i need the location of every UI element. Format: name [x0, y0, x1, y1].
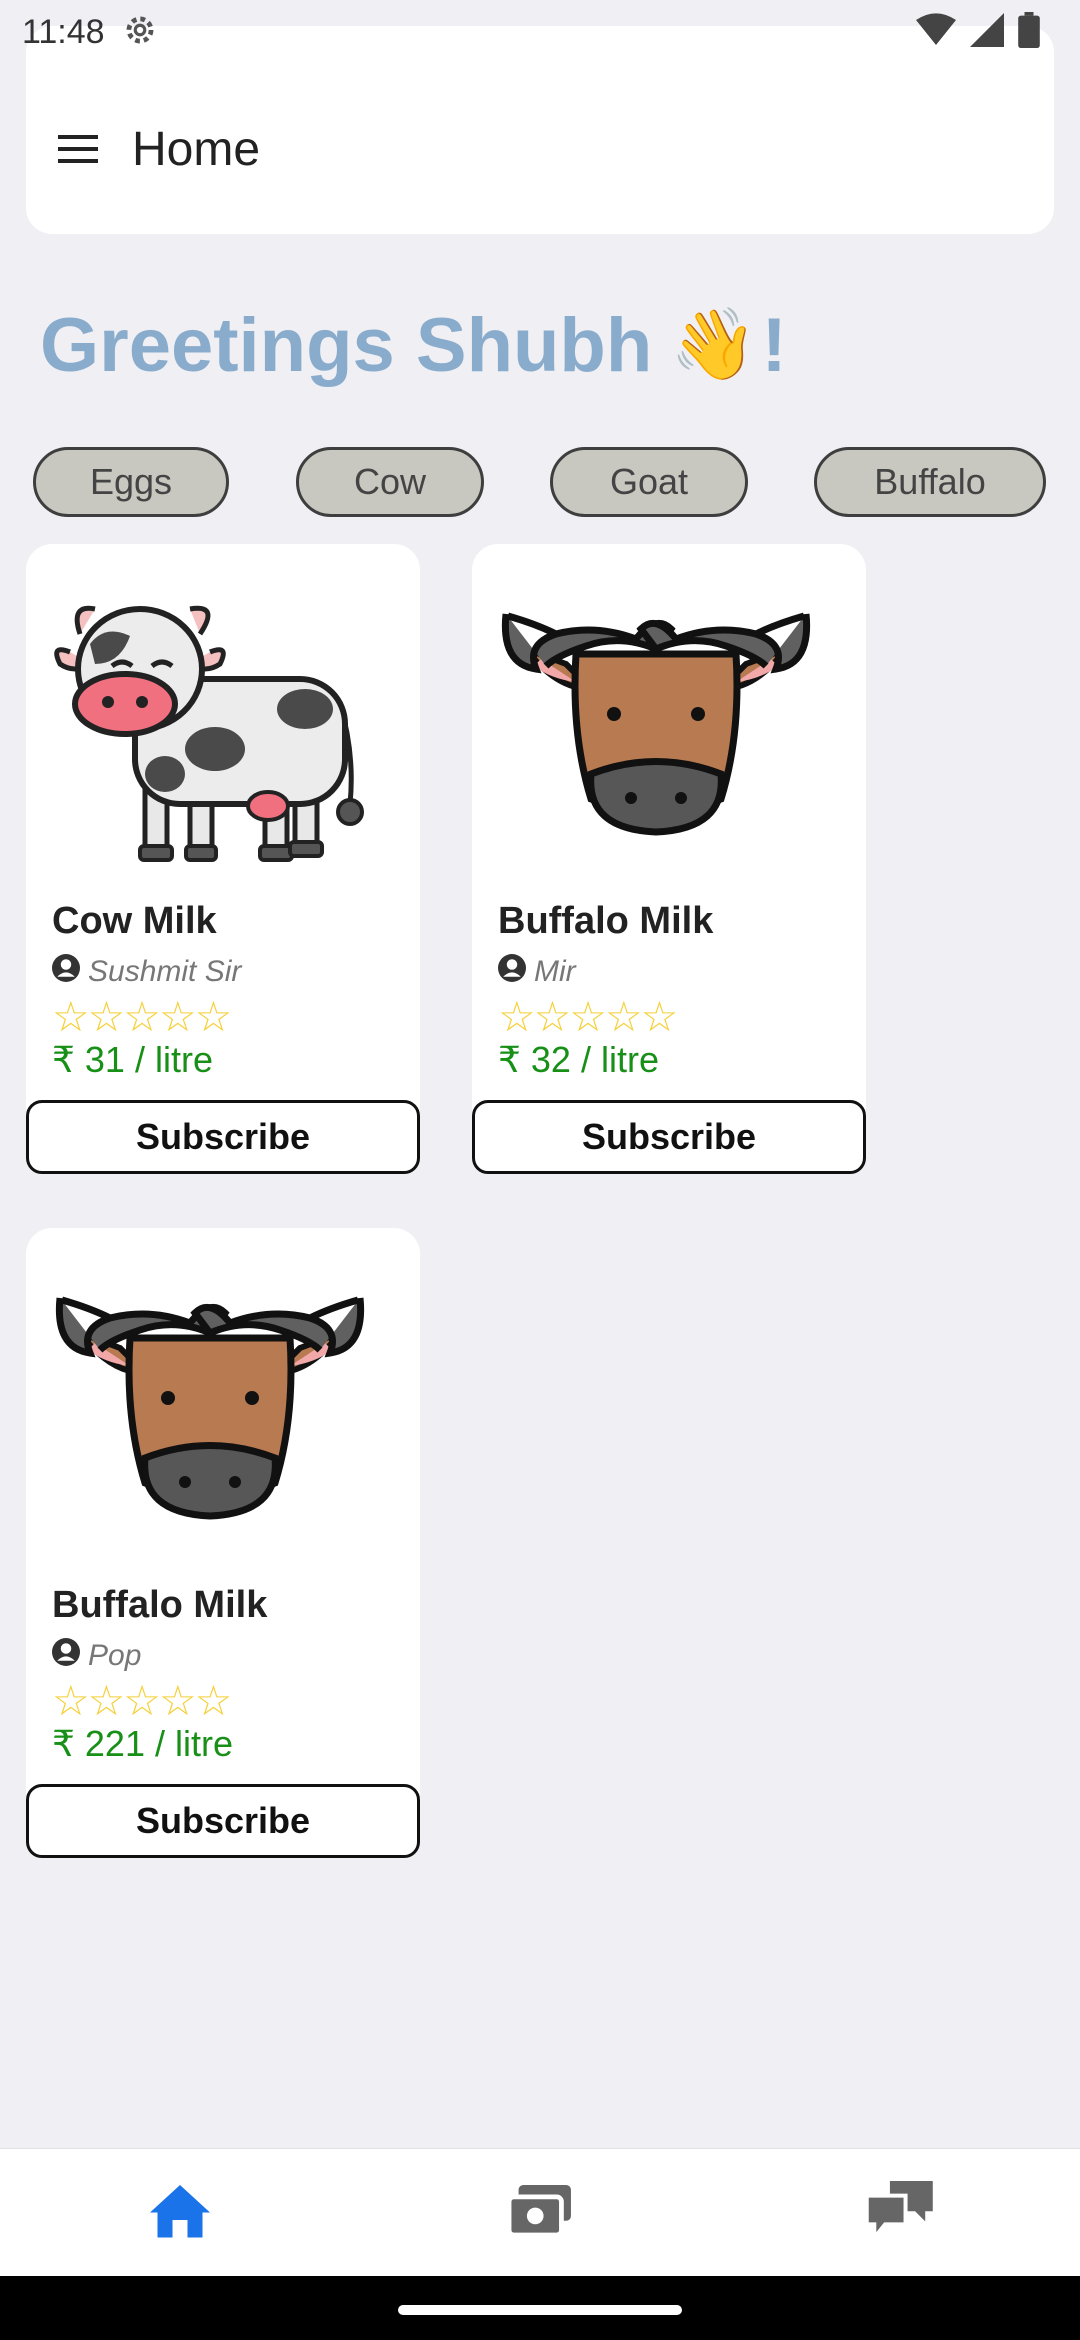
user-icon — [52, 954, 80, 990]
price: ₹ 221 / litre — [52, 1723, 233, 1764]
menu-icon[interactable] — [38, 109, 118, 189]
settings-icon — [121, 11, 159, 54]
battery-icon — [1018, 11, 1040, 53]
product-title: Cow Milk — [52, 900, 217, 942]
page-title: Home — [132, 122, 261, 176]
payments-icon — [506, 2185, 571, 2240]
cow-icon — [50, 574, 370, 874]
nav-home[interactable] — [0, 2182, 360, 2243]
subscribe-button[interactable]: Subscribe — [26, 1100, 420, 1174]
greeting-text: Greetings Shubh — [40, 302, 653, 388]
product-title: Buffalo Milk — [52, 1584, 268, 1626]
price: ₹ 31 / litre — [52, 1039, 213, 1080]
nav-payments[interactable] — [360, 2185, 720, 2240]
status-right — [916, 11, 1040, 53]
rating-stars[interactable]: ☆☆☆☆☆ — [52, 992, 232, 1041]
wifi-icon — [916, 12, 956, 52]
chip-cow[interactable]: Cow — [296, 447, 484, 517]
seller-name: Pop — [88, 1639, 142, 1672]
wave-emoji: 👋 — [670, 305, 758, 383]
greeting: Greetings Shubh 👋 ! — [40, 290, 787, 400]
seller: Sushmit Sir — [52, 954, 241, 990]
greeting-suffix: ! — [761, 302, 787, 388]
nav-chat[interactable] — [720, 2181, 1080, 2244]
buffalo-icon — [496, 574, 816, 874]
product-card[interactable]: Cow Milk Sushmit Sir ☆☆☆☆☆ ₹ 31 / litre … — [26, 544, 420, 1174]
user-icon — [52, 1638, 80, 1674]
chat-icon — [865, 2181, 933, 2244]
seller: Pop — [52, 1638, 141, 1674]
status-time: 11:48 — [22, 12, 105, 51]
rating-stars[interactable]: ☆☆☆☆☆ — [498, 992, 678, 1041]
product-card[interactable]: Buffalo Milk Pop ☆☆☆☆☆ ₹ 221 / litre Sub… — [26, 1228, 420, 1858]
chip-buffalo[interactable]: Buffalo — [814, 447, 1046, 517]
product-title: Buffalo Milk — [498, 900, 714, 942]
rating-stars[interactable]: ☆☆☆☆☆ — [52, 1676, 232, 1725]
price: ₹ 32 / litre — [498, 1039, 659, 1080]
product-card[interactable]: Buffalo Milk Mir ☆☆☆☆☆ ₹ 32 / litre Subs… — [472, 544, 866, 1174]
status-left: 11:48 — [22, 11, 159, 54]
chip-eggs[interactable]: Eggs — [33, 447, 229, 517]
seller: Mir — [498, 954, 576, 990]
seller-name: Sushmit Sir — [88, 955, 242, 988]
signal-icon — [970, 12, 1004, 52]
chip-goat[interactable]: Goat — [550, 447, 748, 517]
subscribe-button[interactable]: Subscribe — [472, 1100, 866, 1174]
seller-name: Mir — [534, 955, 576, 988]
gesture-handle[interactable] — [398, 2305, 682, 2315]
bottom-nav — [0, 2148, 1080, 2276]
status-bar: 11:48 — [0, 0, 1080, 64]
buffalo-icon — [50, 1258, 370, 1558]
home-icon — [150, 2182, 210, 2243]
user-icon — [498, 954, 526, 990]
subscribe-button[interactable]: Subscribe — [26, 1784, 420, 1858]
